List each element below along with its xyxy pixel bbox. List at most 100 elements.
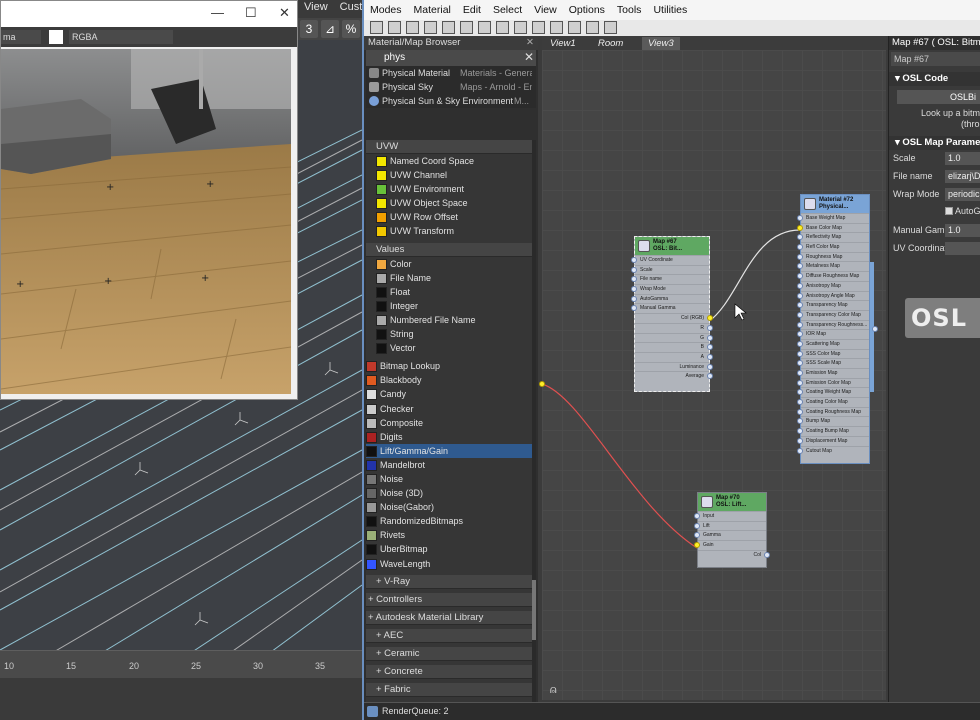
input-socket[interactable] [797, 273, 803, 280]
node-header[interactable]: Material #72 Physical... [801, 195, 869, 213]
input-socket[interactable] [797, 379, 803, 386]
map-name-field[interactable]: Map #67 [891, 52, 980, 66]
input-socket[interactable] [797, 408, 803, 415]
show-map-icon[interactable] [496, 21, 509, 34]
list-item[interactable]: Lift/Gamma/Gain [366, 443, 532, 458]
node-input-slot[interactable]: UV Coordinate [631, 255, 709, 265]
input-socket[interactable] [797, 447, 803, 454]
output-socket[interactable] [707, 363, 713, 370]
maximize-icon[interactable]: ☐ [245, 5, 257, 21]
list-item[interactable]: UVW Channel [366, 168, 532, 182]
node-input-slot[interactable]: SSS Scale Map [797, 358, 869, 368]
autogamma-checkbox[interactable] [945, 207, 953, 215]
clear-search-icon[interactable]: ✕ [524, 50, 534, 64]
node-output-slot[interactable]: G [635, 332, 713, 343]
delete-icon[interactable] [442, 21, 455, 34]
assign-material-icon[interactable] [424, 21, 437, 34]
menu-view[interactable]: View [298, 0, 334, 16]
input-socket[interactable] [797, 360, 803, 367]
node-input-slot[interactable]: Emission Color Map [797, 377, 869, 388]
select-by-material-icon[interactable] [604, 21, 617, 34]
input-socket[interactable] [694, 522, 700, 529]
slate-material-editor[interactable]: Modes Material Edit Select View Options … [362, 0, 980, 720]
display-channel-dropdown[interactable]: RGBA [69, 30, 173, 44]
close-icon[interactable]: ✕ [526, 36, 534, 50]
node-header[interactable]: Map #67 OSL: Bit... [635, 237, 709, 255]
search-result[interactable]: Physical Sky Maps - Arnold - Enviro... [366, 80, 536, 94]
menu-customize[interactable]: Custo [334, 0, 362, 16]
node-output-slot[interactable]: Average [635, 371, 713, 381]
list-item[interactable]: UVW Object Space [366, 196, 532, 210]
timeline-ruler[interactable]: 10 15 20 25 30 35 [0, 650, 362, 678]
input-socket[interactable] [631, 295, 637, 302]
file-name-button[interactable]: elizarj\De [945, 170, 980, 183]
input-socket[interactable] [797, 428, 803, 435]
list-item[interactable]: File Name [366, 271, 532, 285]
group-library-item[interactable]: + Concrete [366, 664, 532, 679]
browser-scrollbar[interactable] [532, 140, 536, 706]
select-tool-icon[interactable] [370, 21, 383, 34]
menu-material[interactable]: Material [408, 4, 457, 16]
node-input-slot[interactable]: Roughness Map [797, 251, 869, 262]
node-input-slot[interactable]: Diffuse Roughness Map [797, 271, 869, 281]
node-input-slot[interactable]: Base Weight Map [797, 213, 869, 223]
node-input-slot[interactable]: Lift [694, 520, 766, 531]
list-item[interactable]: Blackbody [366, 373, 532, 387]
node-input-slot[interactable]: Coating Roughness Map [797, 406, 869, 417]
input-socket[interactable] [631, 305, 637, 312]
group-library-item[interactable]: + Fabric [366, 682, 532, 697]
input-socket[interactable] [797, 224, 803, 231]
percent-snap-icon[interactable]: % [342, 20, 360, 38]
node-input-slot[interactable]: Refl Color Map [797, 242, 869, 252]
list-item[interactable]: Candy [366, 387, 532, 401]
group-vray[interactable]: + V-Ray [366, 574, 532, 589]
node-input-slot[interactable]: Wrap Mode [631, 284, 709, 294]
node-input-slot[interactable]: Coating Bump Map [797, 426, 869, 436]
node-input-slot[interactable]: Gamma [694, 530, 766, 540]
output-socket[interactable] [707, 324, 713, 331]
layout-icon[interactable] [532, 21, 545, 34]
background-color-swatch[interactable] [49, 30, 63, 44]
node-input-slot[interactable]: Scale [631, 264, 709, 275]
node-output-slot[interactable]: Col (RGB) [635, 313, 713, 323]
input-socket[interactable] [797, 389, 803, 396]
node-output-slot[interactable]: Col [698, 549, 770, 560]
wrap-mode-dropdown[interactable]: periodic [945, 188, 980, 201]
list-item[interactable]: String [366, 327, 532, 341]
node-input-slot[interactable]: Cutout Map [797, 445, 869, 456]
input-socket[interactable] [797, 350, 803, 357]
input-socket[interactable] [797, 311, 803, 318]
close-icon[interactable]: ✕ [279, 5, 290, 21]
node-map70[interactable]: Map #70 OSL: Lift... Input Lift Gamma Gain … [694, 492, 770, 568]
list-item[interactable]: Vector [366, 341, 532, 355]
list-item[interactable]: Integer [366, 299, 532, 313]
node-input-slot[interactable]: Displacement Map [797, 435, 869, 446]
group-uvw[interactable]: UVW [366, 140, 532, 154]
node-input-slot[interactable]: Metalness Map [797, 261, 869, 271]
node72-output-socket[interactable] [872, 326, 878, 332]
input-socket[interactable] [797, 253, 803, 260]
node-input-slot[interactable]: Transparency Map [797, 300, 869, 310]
search-result[interactable]: Physical Sun & Sky Environment M... [366, 94, 536, 108]
input-socket[interactable] [797, 437, 803, 444]
menu-options[interactable]: Options [563, 4, 611, 16]
list-item[interactable]: Rivets [366, 528, 532, 542]
node-input-slot[interactable]: Coating Color Map [797, 397, 869, 407]
list-item[interactable]: Noise (3D) [366, 486, 532, 500]
input-socket[interactable] [694, 532, 700, 539]
input-socket[interactable] [797, 302, 803, 309]
input-socket[interactable] [797, 263, 803, 270]
hide-unused-icon[interactable] [478, 21, 491, 34]
snap-3d-icon[interactable]: 3 [300, 20, 318, 38]
map67-output-socket-external[interactable] [539, 381, 545, 387]
rollout-osl-map-parameters[interactable]: ▾ OSL Map Parameters [889, 136, 980, 150]
list-item[interactable]: UVW Environment [366, 182, 532, 196]
list-item[interactable]: Color [366, 257, 532, 271]
list-item[interactable]: Float [366, 285, 532, 299]
navigation-icon[interactable]: ⍝ [550, 684, 557, 697]
node-input-slot[interactable]: AutoGamma [631, 293, 709, 304]
pick-material-icon[interactable] [388, 21, 401, 34]
group-autodesk-material-library[interactable]: + Autodesk Material Library [366, 610, 532, 625]
input-socket[interactable] [631, 266, 637, 273]
list-item[interactable]: Named Coord Space [366, 154, 532, 168]
